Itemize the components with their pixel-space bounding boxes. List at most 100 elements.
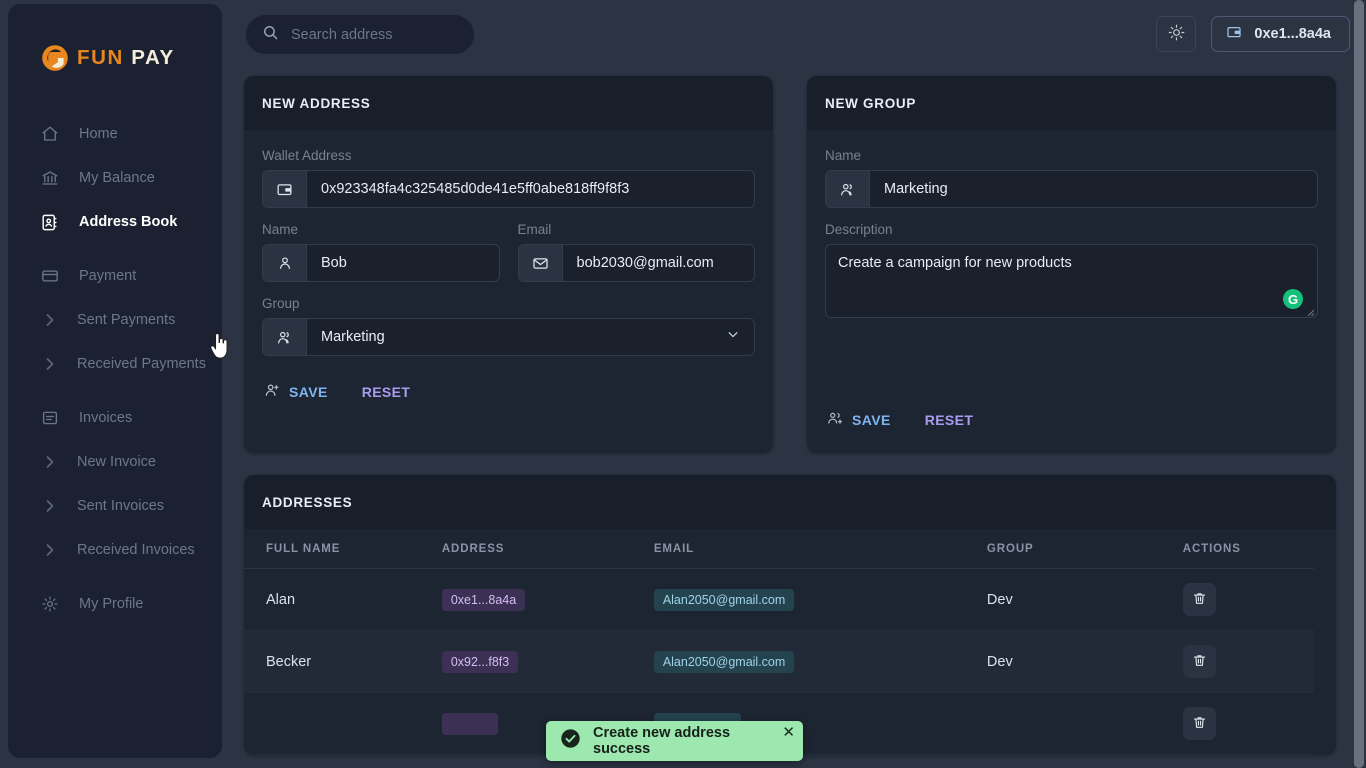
topbar-actions: 0xe1...8a4a (1156, 16, 1350, 52)
delete-row-button[interactable] (1182, 645, 1216, 678)
check-circle-icon (560, 728, 581, 754)
sidebar-nav: Home My Balance Address Book Payment Sen… (8, 112, 222, 626)
name-field-wrap: Name Bob (262, 222, 500, 282)
sidebar-item-my-balance[interactable]: My Balance (8, 156, 222, 200)
group-field-wrap: Group Marketing (262, 296, 755, 356)
cell-address: 0xe1...8a4a (441, 568, 654, 631)
logo-text: FUN PAY (77, 46, 175, 70)
app-root: FUN PAY Home My Balance Address Book Pay… (0, 0, 1366, 768)
people-icon (826, 171, 870, 207)
reset-address-label: RESET (361, 383, 411, 400)
address-badge[interactable]: 0xe1...8a4a (441, 588, 526, 611)
description-label: Description (825, 222, 893, 237)
new-address-title: NEW ADDRESS (262, 95, 371, 111)
forms-row: NEW ADDRESS Wallet Address 0x923348fa4c3… (244, 76, 1336, 453)
cell-group: Dev (986, 630, 1183, 693)
save-group-button[interactable]: SAVE (825, 406, 893, 433)
chevron-right-icon (44, 453, 55, 472)
wallet-address-input[interactable]: 0x923348fa4c325485d0de41e5ff0abe818ff9f8… (262, 170, 755, 208)
sidebar-item-label: Home (79, 126, 118, 142)
new-address-card: NEW ADDRESS Wallet Address 0x923348fa4c3… (244, 76, 773, 453)
cell-full-name: Becker (244, 630, 442, 693)
search-input[interactable]: Search address (246, 15, 474, 54)
toast-message: Create new address success (593, 725, 731, 757)
delete-row-button[interactable] (1182, 583, 1216, 616)
column-header-email: EMAIL (653, 529, 987, 569)
cell-email: Alan2050@gmail.com (653, 630, 987, 693)
trash-icon (1192, 653, 1207, 671)
main-content: NEW ADDRESS Wallet Address 0x923348fa4c3… (244, 76, 1336, 755)
chevron-right-icon (44, 355, 55, 374)
sidebar-item-label: New Invoice (77, 454, 156, 470)
people-add-icon (827, 410, 843, 429)
sidebar-item-sent-invoices[interactable]: Sent Invoices (8, 484, 222, 528)
new-group-actions: SAVE RESET (825, 406, 1318, 433)
wallet-icon (1226, 24, 1242, 44)
cell-actions (1182, 692, 1314, 755)
chevron-right-icon (44, 311, 55, 330)
search-placeholder: Search address (291, 26, 393, 43)
address-badge[interactable] (441, 712, 499, 735)
wallet-address-label: 0xe1...8a4a (1254, 26, 1331, 42)
sidebar-item-label: Sent Payments (77, 312, 176, 328)
sidebar-item-home[interactable]: Home (8, 112, 222, 156)
save-address-label: SAVE (289, 383, 328, 400)
sidebar-item-invoices[interactable]: Invoices (8, 396, 222, 440)
sidebar-item-received-invoices[interactable]: Received Invoices (8, 528, 222, 572)
sidebar-item-label: Payment (79, 268, 137, 284)
success-toast: Create new address success ✕ (546, 721, 803, 761)
group-name-value: Marketing (884, 181, 948, 197)
person-icon (263, 245, 307, 281)
bank-icon (40, 169, 59, 188)
email-field-wrap: Email bob2030@gmail.com (517, 222, 755, 282)
sidebar-item-received-payments[interactable]: Received Payments (8, 342, 222, 386)
cell-group: Dev (986, 568, 1183, 631)
page-scrollbar[interactable] (1352, 0, 1366, 768)
sidebar-item-label: Invoices (79, 410, 133, 426)
name-label: Name (262, 222, 299, 237)
new-address-actions: SAVE RESET (262, 378, 755, 405)
search-icon (262, 24, 279, 46)
new-group-card-body: Name Marketing Description Create a camp… (807, 130, 1336, 453)
save-address-button[interactable]: SAVE (262, 378, 330, 405)
sidebar-item-label: Sent Invoices (77, 498, 165, 514)
new-address-card-header: NEW ADDRESS (244, 76, 773, 130)
email-input[interactable]: bob2030@gmail.com (517, 244, 755, 282)
group-name-input[interactable]: Marketing (825, 170, 1318, 208)
trash-icon (1192, 715, 1207, 733)
funpay-logo-icon (40, 43, 70, 73)
column-header-full-name: FULL NAME (244, 529, 442, 569)
email-badge[interactable]: Alan2050@gmail.com (653, 588, 795, 611)
reset-group-button[interactable]: RESET (923, 408, 976, 432)
reset-address-button[interactable]: RESET (360, 380, 413, 404)
scrollbar-thumb[interactable] (1354, 0, 1364, 768)
sidebar-item-payment[interactable]: Payment (8, 254, 222, 298)
email-value: bob2030@gmail.com (576, 255, 714, 271)
name-value: Bob (321, 255, 347, 271)
name-input[interactable]: Bob (262, 244, 500, 282)
toast-close-button[interactable]: ✕ (782, 725, 795, 740)
sidebar-item-new-invoice[interactable]: New Invoice (8, 440, 222, 484)
email-badge[interactable]: Alan2050@gmail.com (653, 650, 795, 673)
app-logo[interactable]: FUN PAY (8, 8, 222, 84)
email-label: Email (517, 222, 552, 237)
textarea-resize-handle[interactable] (1305, 305, 1315, 317)
group-select[interactable]: Marketing (262, 318, 755, 356)
table-row[interactable]: Becker 0x92...f8f3 Alan2050@gmail.com De… (244, 630, 1314, 693)
sidebar-item-sent-payments[interactable]: Sent Payments (8, 298, 222, 342)
new-address-card-body: Wallet Address 0x923348fa4c325485d0de41e… (244, 130, 773, 425)
sidebar-item-address-book[interactable]: Address Book (8, 200, 222, 244)
delete-row-button[interactable] (1182, 707, 1216, 740)
column-header-address: ADDRESS (441, 529, 654, 569)
address-badge[interactable]: 0x92...f8f3 (441, 650, 519, 673)
wallet-address-button[interactable]: 0xe1...8a4a (1211, 16, 1350, 52)
new-group-card-header: NEW GROUP (807, 76, 1336, 130)
description-textarea[interactable]: Create a campaign for new products G (825, 244, 1318, 318)
credit-card-icon (40, 267, 59, 286)
chevron-right-icon (44, 497, 55, 516)
table-row[interactable]: Alan 0xe1...8a4a Alan2050@gmail.com Dev (244, 568, 1314, 631)
sidebar-item-my-profile[interactable]: My Profile (8, 582, 222, 626)
cell-full-name: Alan (244, 568, 442, 631)
grammarly-icon[interactable]: G (1283, 289, 1303, 309)
theme-toggle-button[interactable] (1156, 16, 1197, 52)
